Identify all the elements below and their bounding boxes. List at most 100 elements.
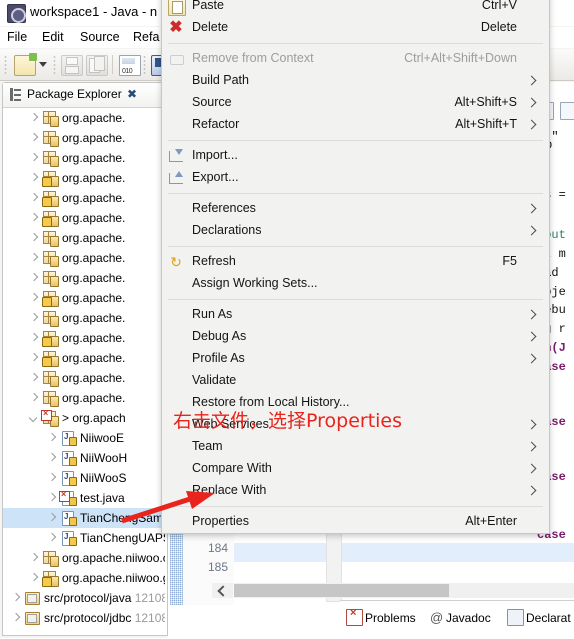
tree-row[interactable]: J NiiwooE [3,428,165,448]
tree-row[interactable]: > org.apach [3,408,165,428]
chevron-right-icon[interactable] [47,434,56,443]
chevron-right-icon[interactable] [29,154,38,163]
chevron-right-icon[interactable] [29,234,38,243]
chevron-right-icon[interactable] [47,494,56,503]
chevron-right-icon[interactable] [47,534,56,543]
java-file-icon: J [61,451,77,466]
menu-item-shortcut: Delete [480,20,517,34]
chevron-right-icon[interactable] [11,594,20,603]
tree-row[interactable]: org.apache. [3,188,165,208]
menu-item-team[interactable]: Team [162,436,549,458]
tree-row[interactable]: org.apache. [3,268,165,288]
menu-item-profile-as[interactable]: Profile As [162,348,549,370]
tree-row[interactable]: J NiiWooH [3,448,165,468]
editor-toolbar-icon[interactable] [560,102,574,120]
tree-row[interactable]: org.apache. [3,388,165,408]
new-file-icon[interactable] [14,53,37,76]
tab-declaration[interactable]: Declarat [526,611,571,625]
package-icon [43,131,59,147]
scroll-left-icon[interactable] [212,583,233,598]
tree-row[interactable]: J NiiWooS [3,468,165,488]
save-icon[interactable] [61,55,83,76]
chevron-right-icon[interactable] [29,334,38,343]
chevron-right-icon[interactable] [47,474,56,483]
remove-context-icon [168,51,184,67]
package-explorer-tab[interactable]: Package Explorer ✖ [3,83,165,108]
tree-row[interactable]: org.apache.niiwoo.commons 169881 [3,548,165,568]
chevron-right-icon[interactable] [29,314,38,323]
chevron-right-icon[interactable] [47,514,56,523]
tree-row-label: NiiwooE [80,431,125,445]
tree-row[interactable]: org.apache. [3,308,165,328]
tree-row[interactable]: org.apache. [3,348,165,368]
chevron-right-icon[interactable] [29,254,38,263]
package-explorer-tree[interactable]: org.apache. org.apache. org.apache. org.apa… [3,108,165,635]
menu-item-paste[interactable]: Paste Ctrl+V [162,0,549,17]
tree-row[interactable]: org.apache. [3,128,165,148]
tree-row[interactable]: org.apache. [3,368,165,388]
menu-item-delete[interactable]: ✖ Delete Delete [162,17,549,39]
chevron-right-icon[interactable] [29,354,38,363]
tree-row[interactable]: org.apache.niiwoo.gui 169881 [3,568,165,588]
binary-doc-icon[interactable] [119,55,141,76]
chevron-right-icon[interactable] [11,614,20,623]
chevron-right-icon[interactable] [29,374,38,383]
menu-item-refactor[interactable]: Refactor Alt+Shift+T [162,114,549,136]
menu-item-references[interactable]: References [162,198,549,220]
scrollbar-thumb[interactable] [234,584,449,597]
menu-item-validate[interactable]: Validate [162,370,549,392]
chevron-right-icon[interactable] [29,214,38,223]
tree-row[interactable]: org.apache. [3,328,165,348]
chevron-right-icon[interactable] [29,274,38,283]
menu-source[interactable]: Source [80,30,120,44]
chevron-right-icon[interactable] [29,174,38,183]
toolbar-grip[interactable] [143,55,146,74]
tree-row[interactable]: JTianChengUAPSampler.java 169881 [3,528,165,548]
chevron-right-icon[interactable] [29,134,38,143]
line-number: 184 [207,541,228,555]
editor-horizontal-scrollbar[interactable] [212,583,574,598]
package-icon [43,311,59,327]
chevron-right-icon[interactable] [47,454,56,463]
toolbar-grip[interactable] [4,55,7,74]
menu-edit[interactable]: Edit [42,30,64,44]
menu-item-assign-working-sets[interactable]: Assign Working Sets... [162,273,549,295]
menu-item-run-as[interactable]: Run As [162,304,549,326]
toolbar-grip[interactable] [53,55,56,74]
close-icon[interactable]: ✖ [126,88,138,100]
menu-item-declarations[interactable]: Declarations [162,220,549,242]
chevron-down-icon[interactable] [29,414,38,423]
menu-refactor[interactable]: Refa [133,30,159,44]
menu-item-import[interactable]: Import... [162,145,549,167]
chevron-right-icon[interactable] [29,574,38,583]
menu-item-refresh[interactable]: ↻ Refresh F5 [162,251,549,273]
menu-item-compare-with[interactable]: Compare With [162,458,549,480]
tree-row[interactable]: org.apache. [3,108,165,128]
tree-row[interactable]: org.apache. [3,148,165,168]
tree-row[interactable]: org.apache. [3,208,165,228]
tree-row[interactable]: org.apache. [3,248,165,268]
tree-row[interactable]: org.apache. [3,168,165,188]
menu-item-export[interactable]: Export... [162,167,549,189]
save-all-icon[interactable] [86,55,108,76]
delete-icon: ✖ [169,19,183,36]
chevron-right-icon[interactable] [29,554,38,563]
chevron-down-icon[interactable] [39,62,47,67]
package-icon [43,231,59,247]
menu-item-debug-as[interactable]: Debug As [162,326,549,348]
chevron-right-icon[interactable] [29,294,38,303]
chevron-right-icon[interactable] [29,194,38,203]
menu-item-source[interactable]: Source Alt+Shift+S [162,92,549,114]
tree-row[interactable]: org.apache. [3,228,165,248]
tab-problems[interactable]: Problems [365,611,416,625]
context-menu[interactable]: Paste Ctrl+V ✖ Delete Delete Remove from Cont… [161,0,550,534]
at-icon: @ [430,610,444,625]
tree-row[interactable]: src/protocol/jdbc 121080 [3,608,165,628]
menu-file[interactable]: File [7,30,27,44]
chevron-right-icon[interactable] [29,114,38,123]
tree-row[interactable]: org.apache. [3,288,165,308]
menu-item-build-path[interactable]: Build Path [162,70,549,92]
chevron-right-icon[interactable] [29,394,38,403]
tree-row[interactable]: src/protocol/java 121080 [3,588,165,608]
tab-javadoc[interactable]: Javadoc [446,611,491,625]
